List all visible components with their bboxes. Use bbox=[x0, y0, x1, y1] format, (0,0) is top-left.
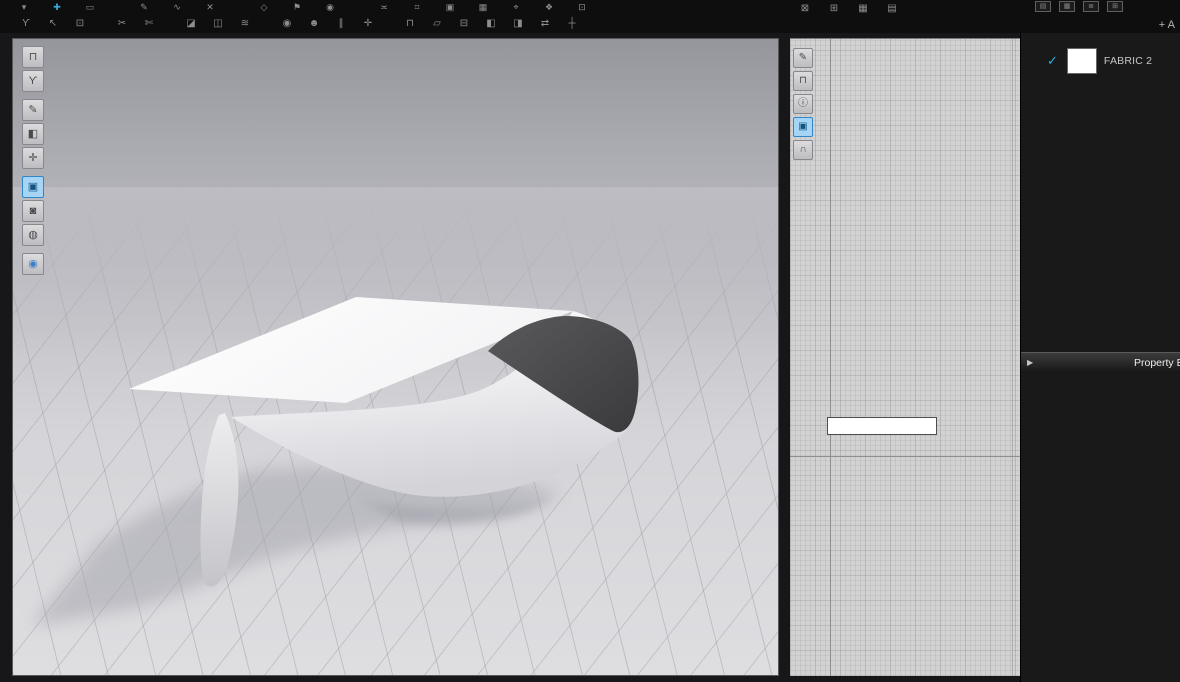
annotation-tool-icon[interactable]: ❖ bbox=[539, 1, 559, 13]
toolbar-row-2: ϒ ↖ ⊡ ✂ ✄ ◪ ◫ ≋ ◉ ☻ ∥ ✛ ⊓ ▱ ⊟ ◧ ◨ ⇄ ┼ bbox=[16, 14, 582, 32]
show-environment-icon[interactable]: ◉ bbox=[22, 253, 44, 275]
pattern-info-icon[interactable]: ⓘ bbox=[793, 94, 813, 114]
pattern-2d-window[interactable]: ✎ ⊓ ⓘ ▣ ∩ bbox=[790, 38, 1020, 676]
sync-view-icon[interactable]: ⇄ bbox=[535, 16, 555, 31]
lock-pattern-icon[interactable]: ∩ bbox=[793, 140, 813, 160]
object-browser-icon[interactable]: ▦ bbox=[1059, 1, 1075, 12]
left-panel-icon[interactable]: ◧ bbox=[481, 16, 501, 31]
fabric-tool-icon[interactable]: ▣ bbox=[440, 1, 460, 13]
select-move-icon[interactable]: ↖ bbox=[43, 16, 63, 31]
shirt-display-icon[interactable]: ⊓ bbox=[400, 16, 420, 31]
history-panel-icon[interactable]: ≣ bbox=[1083, 1, 1099, 12]
add-button[interactable]: + A bbox=[1159, 19, 1175, 31]
seam-allowance-icon[interactable]: ≍ bbox=[374, 1, 394, 13]
notch-tool-icon[interactable]: ⚑ bbox=[287, 1, 307, 13]
show-pressure-icon[interactable]: ◙ bbox=[22, 200, 44, 222]
show-garment-icon[interactable]: ⊓ bbox=[22, 46, 44, 68]
pen-tool-icon[interactable]: ✎ bbox=[134, 1, 154, 13]
dart-tool-icon[interactable]: ◇ bbox=[254, 1, 274, 13]
show-fabric-icon[interactable]: ▣ bbox=[22, 176, 44, 198]
toolbar-2d-group: ⊠ ⊞ ▦ ▤ bbox=[795, 1, 902, 16]
segment-sewing-icon[interactable]: ✂ bbox=[112, 16, 132, 31]
add-point-tool-icon[interactable]: ✚ bbox=[47, 1, 67, 13]
clo3d-app: ▾ ✚ ▭ ✎ ∿ ✕ ◇ ⚑ ◉ ≍ ⌗ ▣ ▦ ⌖ ❖ ⊡ ϒ ↖ ⊡ ✂ ✄ ◪ ◫ ≋ ◉ ☻ ∥ ✛ ⊓ ▱ ⊟ ◧ ◨ ⇄ ┼ ⊠ ⊞ ▦… bbox=[0, 0, 1180, 682]
toolbar-right-group: ▤ ▦ ≣ ⊞ bbox=[1035, 1, 1123, 12]
top-toolbar: ▾ ✚ ▭ ✎ ∿ ✕ ◇ ⚑ ◉ ≍ ⌗ ▣ ▦ ⌖ ❖ ⊡ ϒ ↖ ⊡ ✂ ✄ ◪ ◫ ≋ ◉ ☻ ∥ ✛ ⊓ ▱ ⊟ ◧ ◨ ⇄ ┼ ⊠ ⊞ ▦… bbox=[0, 0, 1180, 33]
viewport-3d[interactable]: ⊓ ϒ ✎ ◧ ✛ ▣ ◙ ◍ ◉ bbox=[12, 38, 779, 676]
button-icon[interactable]: ◉ bbox=[277, 16, 297, 31]
grading-tool-icon[interactable]: ⌗ bbox=[407, 1, 427, 13]
show-pin-icon[interactable]: ✛ bbox=[22, 147, 44, 169]
library-panel-icon[interactable]: ▤ bbox=[1035, 1, 1051, 12]
select-box-icon[interactable]: ⊡ bbox=[70, 16, 90, 31]
style-line-icon[interactable]: ✎ bbox=[793, 48, 813, 68]
property-editor-header[interactable]: ▶ Property E bbox=[1021, 352, 1180, 372]
show-3d-pen-icon[interactable]: ✎ bbox=[22, 99, 44, 121]
pattern-2d-toolbar: ✎ ⊓ ⓘ ▣ ∩ bbox=[793, 48, 813, 160]
property-editor-title: Property E bbox=[1134, 357, 1180, 369]
show-strain-icon[interactable]: ◍ bbox=[22, 224, 44, 246]
show-fabric-2d-icon[interactable]: ▣ bbox=[793, 117, 813, 137]
fabric-name: FABRIC 2 bbox=[1103, 55, 1153, 67]
fold-arrangement-icon[interactable]: ◪ bbox=[181, 16, 201, 31]
right-panel: ✓ FABRIC 2 ▶ Property E bbox=[1020, 33, 1180, 682]
simulate-icon[interactable]: ϒ bbox=[16, 16, 36, 31]
trace-tool-icon[interactable]: ✕ bbox=[200, 1, 220, 13]
measure-tool-icon[interactable]: ⌖ bbox=[506, 1, 526, 13]
texture-tool-icon[interactable]: ▦ bbox=[473, 1, 493, 13]
fabric-swatch[interactable] bbox=[1066, 48, 1097, 74]
free-sewing-icon[interactable]: ✄ bbox=[139, 16, 159, 31]
slider-display-icon[interactable]: ⊟ bbox=[454, 16, 474, 31]
align-guides-icon[interactable]: ┼ bbox=[562, 16, 582, 31]
zipper-icon[interactable]: ∥ bbox=[331, 16, 351, 31]
toolbar-row-1: ▾ ✚ ▭ ✎ ∿ ✕ ◇ ⚑ ◉ ≍ ⌗ ▣ ▦ ⌖ ❖ ⊡ bbox=[14, 0, 592, 13]
pattern-guide-vertical bbox=[830, 39, 831, 676]
flatten-icon[interactable]: ▱ bbox=[427, 16, 447, 31]
pattern-outline-icon[interactable]: ◫ bbox=[208, 16, 228, 31]
show-avatar-icon[interactable]: ϒ bbox=[22, 70, 44, 92]
pattern-piece[interactable] bbox=[827, 417, 937, 435]
steam-icon[interactable]: ≋ bbox=[235, 16, 255, 31]
right-panel-icon[interactable]: ◨ bbox=[508, 16, 528, 31]
buttonhole-icon[interactable]: ☻ bbox=[304, 16, 324, 31]
grid-2d-icon[interactable]: ▦ bbox=[853, 1, 873, 16]
zoom-extents-icon[interactable]: ⊡ bbox=[572, 1, 592, 13]
pin-icon[interactable]: ✛ bbox=[358, 16, 378, 31]
layout-panel-icon[interactable]: ⊞ bbox=[1107, 1, 1123, 12]
fabric-list-item[interactable]: ✓ FABRIC 2 bbox=[1021, 46, 1180, 76]
pattern-guide-vertical-right bbox=[1012, 39, 1013, 676]
check-icon: ✓ bbox=[1047, 53, 1058, 68]
curve-tool-icon[interactable]: ∿ bbox=[167, 1, 187, 13]
fit-2d-view-icon[interactable]: ⊠ bbox=[795, 1, 815, 16]
collapse-arrow-icon[interactable]: ▶ bbox=[1027, 358, 1033, 368]
rectangle-tool-icon[interactable]: ▭ bbox=[80, 1, 100, 13]
show-garment-2d-icon[interactable]: ⊓ bbox=[793, 71, 813, 91]
pattern-guide-horizontal bbox=[790, 456, 1020, 457]
garment-3d[interactable] bbox=[13, 39, 779, 676]
zoom-2d-icon[interactable]: ⊞ bbox=[824, 1, 844, 16]
viewport-3d-toolbar: ⊓ ϒ ✎ ◧ ✛ ▣ ◙ ◍ ◉ bbox=[22, 46, 44, 275]
menu-collapse-icon[interactable]: ▾ bbox=[14, 1, 34, 13]
texture-2d-icon[interactable]: ▤ bbox=[882, 1, 902, 16]
show-seamline-icon[interactable]: ◧ bbox=[22, 123, 44, 145]
buttonhole-tool-icon[interactable]: ◉ bbox=[320, 1, 340, 13]
